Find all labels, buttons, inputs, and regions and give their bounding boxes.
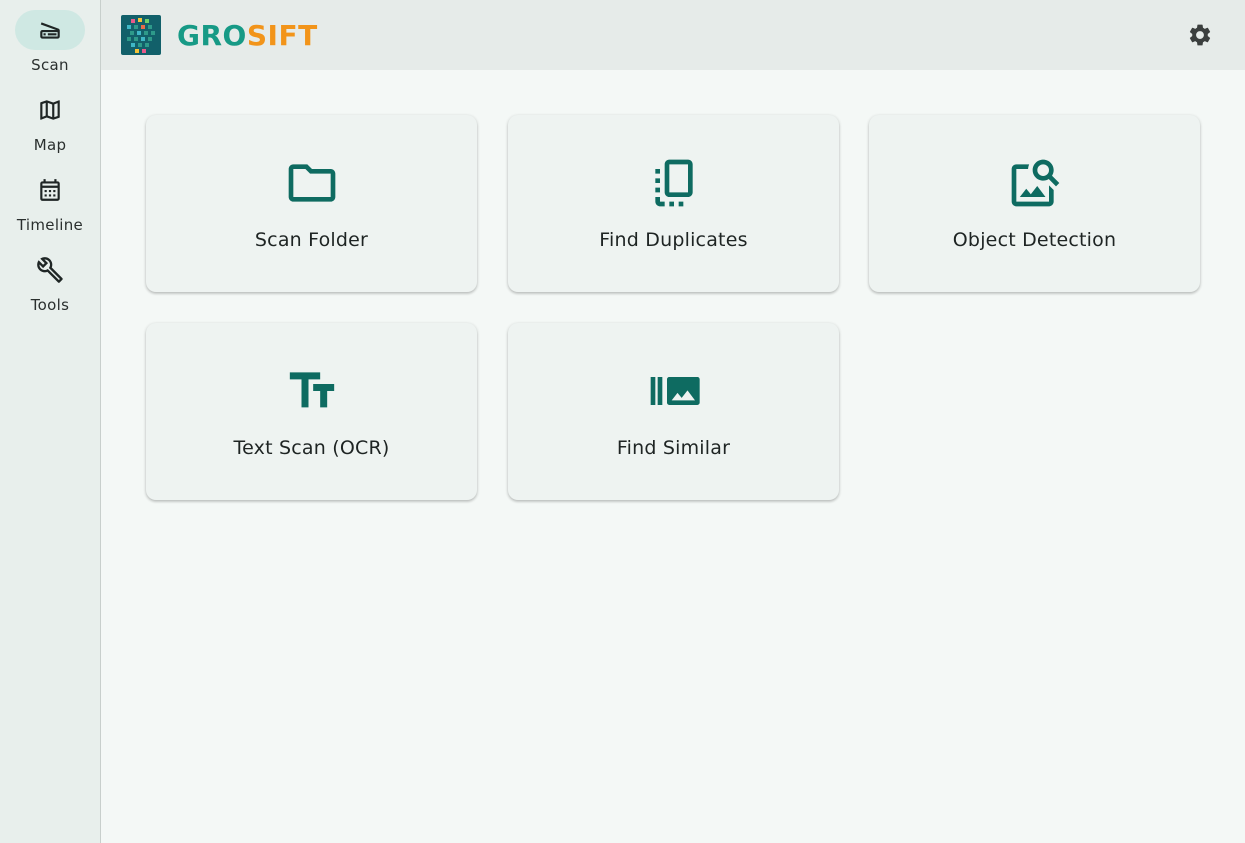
image-collection-icon: [646, 363, 702, 419]
calendar-icon: [15, 170, 85, 210]
duplicate-icon: [646, 155, 702, 211]
nav-label-scan: Scan: [31, 56, 69, 74]
scan-folder-card[interactable]: Scan Folder: [146, 115, 477, 292]
brand-part-sift: SIFT: [246, 19, 318, 52]
object-detection-card[interactable]: Object Detection: [869, 115, 1200, 292]
object-detection-label: Object Detection: [952, 229, 1117, 251]
nav-item-timeline[interactable]: Timeline: [0, 170, 100, 246]
top-app-bar: GROSIFT: [101, 0, 1245, 70]
nav-item-map[interactable]: Map: [0, 90, 100, 166]
text-scan-label: Text Scan (OCR): [233, 437, 390, 459]
brand-wordmark: GROSIFT: [177, 19, 318, 52]
folder-icon: [284, 155, 340, 211]
gear-icon[interactable]: [1187, 22, 1213, 48]
nav-label-tools: Tools: [30, 296, 70, 314]
image-search-icon: [1007, 155, 1063, 211]
find-duplicates-card[interactable]: Find Duplicates: [508, 115, 839, 292]
find-similar-label: Find Similar: [616, 437, 731, 459]
nav-item-scan[interactable]: Scan: [0, 10, 100, 86]
brand-part-gro: GRO: [177, 19, 247, 52]
nav-label-map: Map: [33, 136, 67, 154]
find-similar-card[interactable]: Find Similar: [508, 323, 839, 500]
wrench-icon: [15, 250, 85, 290]
scanner-icon: [15, 10, 85, 50]
find-duplicates-label: Find Duplicates: [599, 229, 748, 251]
text-scan-card[interactable]: Text Scan (OCR): [146, 323, 477, 500]
map-icon: [15, 90, 85, 130]
nav-item-tools[interactable]: Tools: [0, 250, 100, 326]
scan-folder-label: Scan Folder: [254, 229, 369, 251]
text-fields-icon: [284, 363, 340, 419]
nav-label-timeline: Timeline: [16, 216, 84, 234]
app-logo: [121, 15, 161, 55]
navigation-rail: Scan Map Timeline Tools: [0, 0, 101, 843]
